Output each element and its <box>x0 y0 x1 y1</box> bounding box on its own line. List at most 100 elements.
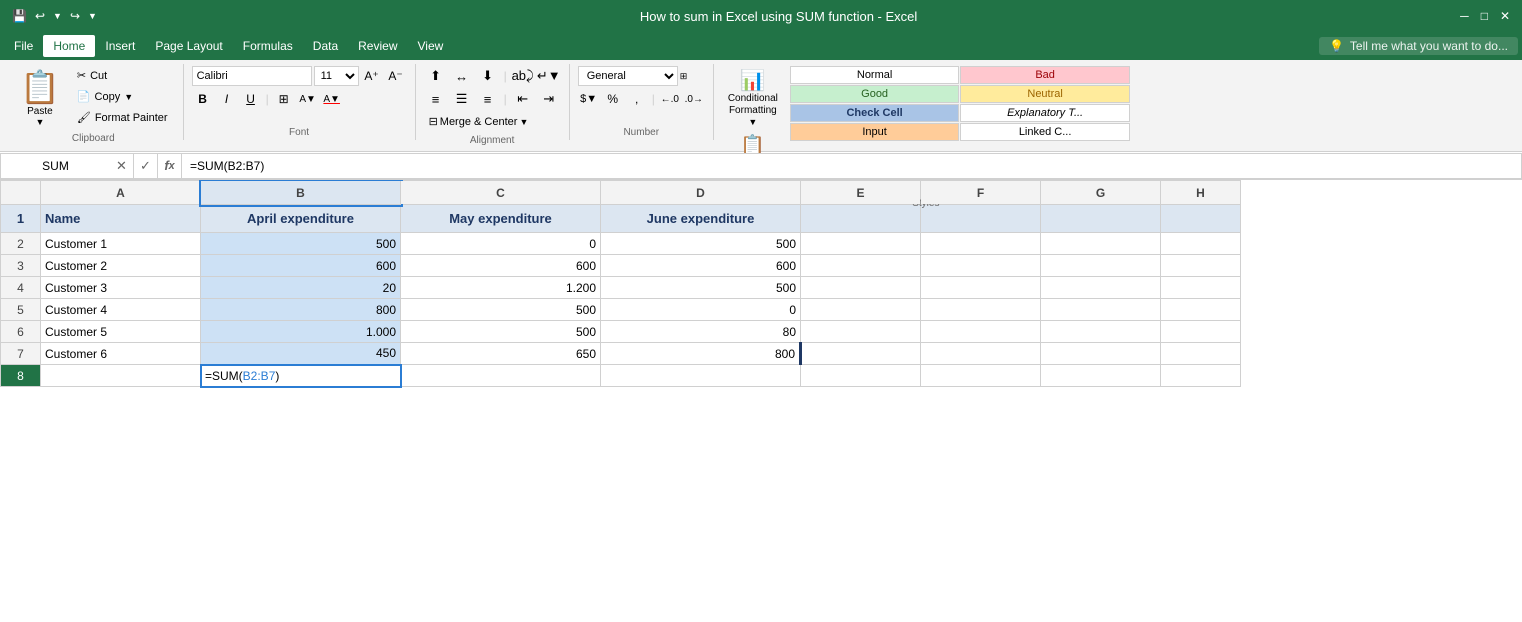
fill-color-button[interactable]: A▼ <box>297 89 319 109</box>
cell-f7[interactable] <box>921 343 1041 365</box>
cell-a8[interactable] <box>41 365 201 387</box>
font-size-select[interactable]: 11 12 14 <box>314 66 359 86</box>
cell-f4[interactable] <box>921 277 1041 299</box>
cell-f3[interactable] <box>921 255 1041 277</box>
cell-e6[interactable] <box>801 321 921 343</box>
save-icon[interactable]: 💾 <box>12 9 27 23</box>
percent-btn[interactable]: % <box>602 89 624 109</box>
maximize-btn[interactable]: □ <box>1481 9 1488 23</box>
cell-f6[interactable] <box>921 321 1041 343</box>
cell-a2[interactable]: Customer 1 <box>41 233 201 255</box>
cell-c6[interactable]: 500 <box>401 321 601 343</box>
redo-icon[interactable]: ↪ <box>70 9 80 23</box>
cell-b6[interactable]: 1.000 <box>201 321 401 343</box>
bold-button[interactable]: B <box>192 89 214 109</box>
increase-decimal-btn[interactable]: .0→ <box>683 89 705 109</box>
cell-e2[interactable] <box>801 233 921 255</box>
cell-b8[interactable]: =SUM(B2:B7) <box>201 365 401 387</box>
format-painter-button[interactable]: 🖌 Format Painter <box>70 108 175 127</box>
cell-d2[interactable]: 500 <box>601 233 801 255</box>
cell-c8[interactable] <box>401 365 601 387</box>
align-center-btn[interactable]: ☰ <box>450 89 474 109</box>
cell-c1[interactable]: May expenditure <box>401 205 601 233</box>
align-right-btn[interactable]: ≡ <box>476 89 500 109</box>
cell-h3[interactable] <box>1161 255 1241 277</box>
conditional-formatting-button[interactable]: 📊 ConditionalFormatting ▼ <box>722 66 784 129</box>
currency-btn[interactable]: $▼ <box>578 89 600 109</box>
font-color-button[interactable]: A▼ <box>321 89 343 109</box>
formula-function-btn[interactable]: fx <box>158 153 182 179</box>
cell-g1[interactable] <box>1041 205 1161 233</box>
undo-dropdown-icon[interactable]: ▼ <box>53 11 62 21</box>
cell-g6[interactable] <box>1041 321 1161 343</box>
col-header-h[interactable]: H <box>1161 181 1241 205</box>
cell-d4[interactable]: 500 <box>601 277 801 299</box>
align-left-btn[interactable]: ≡ <box>424 89 448 109</box>
cell-f8[interactable] <box>921 365 1041 387</box>
cell-b3[interactable]: 600 <box>201 255 401 277</box>
cell-e7[interactable] <box>801 343 921 365</box>
col-header-e[interactable]: E <box>801 181 921 205</box>
cell-g7[interactable] <box>1041 343 1161 365</box>
decrease-decimal-btn[interactable]: ←.0 <box>659 89 681 109</box>
col-header-g[interactable]: G <box>1041 181 1161 205</box>
cell-d5[interactable]: 0 <box>601 299 801 321</box>
cell-c4[interactable]: 1.200 <box>401 277 601 299</box>
search-bar[interactable]: 💡 Tell me what you want to do... <box>1319 37 1518 55</box>
style-explanatory-button[interactable]: Explanatory T... <box>960 104 1130 122</box>
row-header-1[interactable]: 1 <box>1 205 41 233</box>
row-header-6[interactable]: 6 <box>1 321 41 343</box>
undo-icon[interactable]: ↩ <box>35 9 45 23</box>
col-header-c[interactable]: C <box>401 181 601 205</box>
cell-f5[interactable] <box>921 299 1041 321</box>
formula-cancel-btn[interactable]: ✕ <box>110 153 134 179</box>
cell-h1[interactable] <box>1161 205 1241 233</box>
cell-h6[interactable] <box>1161 321 1241 343</box>
menu-insert[interactable]: Insert <box>95 35 145 57</box>
style-input-button[interactable]: Input <box>790 123 960 141</box>
cell-d6[interactable]: 80 <box>601 321 801 343</box>
row-header-3[interactable]: 3 <box>1 255 41 277</box>
row-header-7[interactable]: 7 <box>1 343 41 365</box>
merge-center-button[interactable]: ⊟ Merge & Center ▼ <box>424 112 534 131</box>
cell-d1[interactable]: June expenditure <box>601 205 801 233</box>
cell-e8[interactable] <box>801 365 921 387</box>
cell-c2[interactable]: 0 <box>401 233 601 255</box>
menu-home[interactable]: Home <box>43 35 95 57</box>
formula-confirm-btn[interactable]: ✓ <box>134 153 158 179</box>
cell-a5[interactable]: Customer 4 <box>41 299 201 321</box>
cell-a7[interactable]: Customer 6 <box>41 343 201 365</box>
cell-g4[interactable] <box>1041 277 1161 299</box>
cell-g2[interactable] <box>1041 233 1161 255</box>
name-box[interactable]: SUM <box>0 153 110 179</box>
cell-b4[interactable]: 20 <box>201 277 401 299</box>
number-format-select[interactable]: General Number Currency <box>578 66 678 86</box>
underline-button[interactable]: U <box>240 89 262 109</box>
row-header-4[interactable]: 4 <box>1 277 41 299</box>
cell-g8[interactable] <box>1041 365 1161 387</box>
cell-e3[interactable] <box>801 255 921 277</box>
style-linked-button[interactable]: Linked C... <box>960 123 1130 141</box>
italic-button[interactable]: I <box>216 89 238 109</box>
font-size-decrease-btn[interactable]: A⁻ <box>385 66 407 86</box>
cell-d7[interactable]: 800 <box>601 343 801 365</box>
cell-d8[interactable] <box>601 365 801 387</box>
cell-c3[interactable]: 600 <box>401 255 601 277</box>
copy-button[interactable]: 📄 Copy ▼ <box>70 87 175 106</box>
col-header-b[interactable]: B <box>201 181 401 205</box>
comma-btn[interactable]: , <box>626 89 648 109</box>
cell-d3[interactable]: 600 <box>601 255 801 277</box>
menu-review[interactable]: Review <box>348 35 407 57</box>
col-header-a[interactable]: A <box>41 181 201 205</box>
close-btn[interactable]: ✕ <box>1500 9 1510 23</box>
menu-formulas[interactable]: Formulas <box>233 35 303 57</box>
cell-c7[interactable]: 650 <box>401 343 601 365</box>
row-header-8[interactable]: 8 <box>1 365 41 387</box>
paste-button[interactable]: 📋 Paste ▼ <box>12 66 68 129</box>
number-format-expand[interactable]: ⊞ <box>680 71 688 82</box>
cell-b2[interactable]: 500 <box>201 233 401 255</box>
wrap-text-dropdown[interactable]: ↵▼ <box>537 66 561 86</box>
cell-b7[interactable]: 450 <box>201 343 401 365</box>
cell-h5[interactable] <box>1161 299 1241 321</box>
cell-a4[interactable]: Customer 3 <box>41 277 201 299</box>
